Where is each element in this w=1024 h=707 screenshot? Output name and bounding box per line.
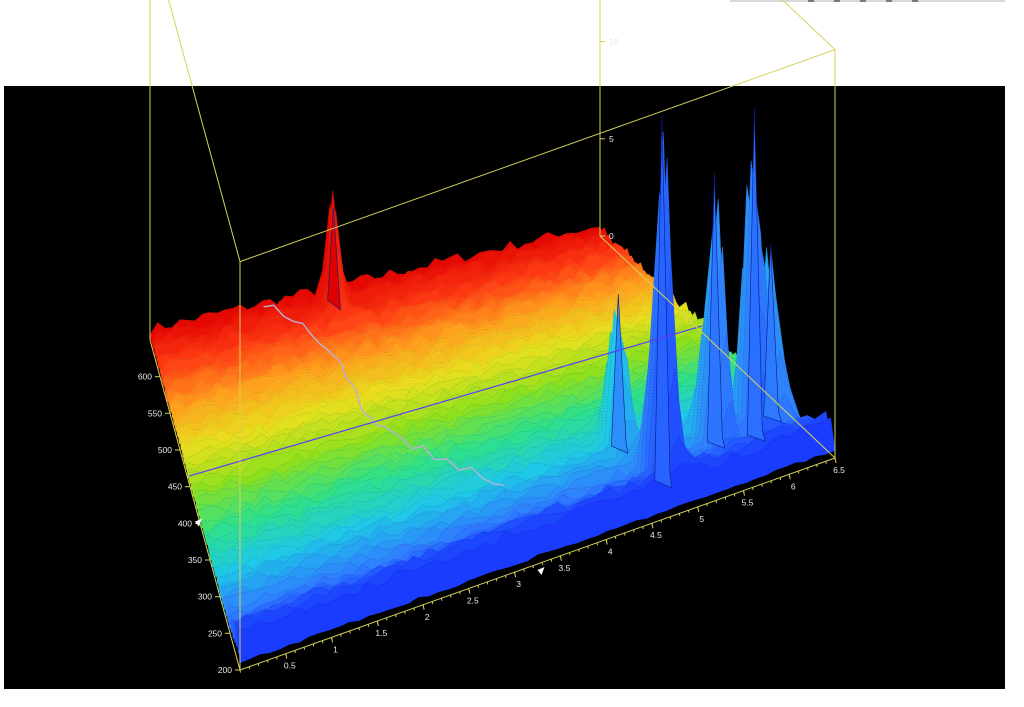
x-minor-tick — [724, 497, 727, 500]
x-minor-tick — [413, 607, 415, 611]
x-minor-tick — [578, 549, 580, 552]
x-minor-tick — [514, 572, 516, 575]
x-tick-label: 2 — [425, 612, 430, 622]
x-minor-tick — [486, 581, 489, 585]
z-tick-label: 5 — [609, 134, 614, 144]
x-minor-tick — [331, 637, 333, 640]
x-minor-tick — [257, 663, 260, 667]
x-minor-tick — [678, 513, 681, 516]
surface-chart: 0.5 1 1.5 2 2.5 3 3.5 4 4.5 5 5.5 6 6.5 200 250 300 350 4… — [138, 0, 845, 675]
y-tick-label: 500 — [158, 445, 172, 455]
x-minor-tick — [505, 575, 507, 578]
x-minor-tick — [541, 562, 544, 565]
x-minor-tick — [688, 510, 690, 513]
y-tick-label: 300 — [198, 592, 212, 602]
x-tick-label: 0.5 — [284, 661, 296, 671]
x-minor-tick — [697, 506, 699, 510]
x-tick-label: 3.5 — [558, 563, 570, 573]
x-minor-tick — [587, 546, 589, 549]
x-cursor-marker[interactable] — [537, 567, 545, 575]
x-minor-tick — [285, 653, 287, 657]
x-minor-tick — [660, 519, 663, 523]
x-minor-tick — [459, 591, 461, 595]
x-minor-tick — [358, 627, 360, 631]
x-tick-label: 3 — [516, 579, 521, 589]
x-minor-tick — [596, 542, 598, 546]
x-tick-label: 1 — [333, 644, 338, 654]
x-minor-tick — [614, 536, 617, 539]
x-minor-tick — [642, 526, 644, 530]
y-tick-label: 200 — [218, 665, 232, 675]
x-minor-tick — [788, 474, 791, 477]
y-tick-label: 550 — [148, 408, 162, 418]
y-tick-label: 350 — [188, 555, 202, 565]
x-minor-tick — [376, 621, 379, 624]
y-tick-label: 400 — [178, 518, 192, 528]
y-tick-label: 450 — [168, 482, 182, 492]
x-minor-tick — [422, 604, 425, 608]
x-minor-tick — [752, 487, 754, 490]
x-minor-tick — [349, 630, 351, 634]
x-minor-tick — [624, 532, 626, 536]
x-minor-tick — [386, 617, 388, 621]
x-minor-tick — [468, 588, 470, 592]
x-minor-tick — [395, 614, 397, 618]
x-minor-tick — [605, 539, 608, 543]
x-minor-tick — [532, 565, 534, 569]
x-minor-tick — [276, 656, 278, 660]
x-minor-tick — [431, 601, 434, 605]
x-minor-tick — [779, 477, 782, 481]
x-minor-tick — [761, 484, 763, 487]
x-tick-label: 6 — [791, 481, 796, 491]
x-minor-tick — [440, 598, 443, 601]
frame-edge — [168, 0, 241, 262]
x-minor-tick — [569, 552, 571, 556]
x-minor-tick — [559, 555, 562, 559]
x-tick-label: 6.5 — [833, 465, 845, 475]
x-minor-tick — [450, 594, 452, 598]
x-minor-tick — [715, 500, 717, 503]
x-minor-tick — [669, 516, 672, 520]
x-tick-label: 5 — [699, 514, 704, 524]
x-minor-tick — [706, 503, 708, 507]
x-minor-tick — [797, 470, 800, 474]
x-minor-tick — [834, 457, 836, 461]
x-tick-label: 4 — [608, 547, 613, 557]
x-tick-label: 1.5 — [375, 628, 387, 638]
x-tick-label: 2.5 — [467, 596, 479, 606]
x-minor-tick — [807, 467, 809, 471]
x-tick-label: 5.5 — [742, 498, 754, 508]
x-minor-tick — [477, 585, 479, 588]
y-tick-label: 250 — [208, 628, 222, 638]
x-minor-tick — [248, 666, 251, 670]
frame-edge — [781, 0, 836, 50]
x-minor-tick — [816, 464, 818, 468]
x-minor-tick — [267, 660, 269, 663]
x-minor-tick — [495, 578, 498, 582]
x-minor-tick — [733, 493, 736, 497]
x-minor-tick — [743, 490, 745, 494]
x-minor-tick — [523, 568, 525, 572]
x-tick-label: 4.5 — [650, 530, 662, 540]
x-minor-tick — [550, 559, 553, 562]
x-minor-tick — [404, 611, 406, 614]
y-tick-label: 600 — [138, 372, 152, 382]
x-minor-tick — [294, 650, 296, 653]
x-minor-tick — [633, 529, 635, 533]
x-minor-tick — [239, 669, 241, 673]
x-minor-tick — [312, 643, 315, 647]
x-minor-tick — [321, 640, 324, 644]
z-tick-label: 0 — [609, 231, 614, 241]
x-minor-tick — [367, 624, 370, 627]
z-tick-label: 10 — [609, 37, 619, 47]
x-minor-tick — [770, 480, 772, 484]
x-minor-tick — [825, 461, 827, 464]
x-minor-tick — [651, 523, 653, 526]
x-minor-tick — [340, 634, 342, 637]
x-minor-tick — [303, 647, 306, 650]
